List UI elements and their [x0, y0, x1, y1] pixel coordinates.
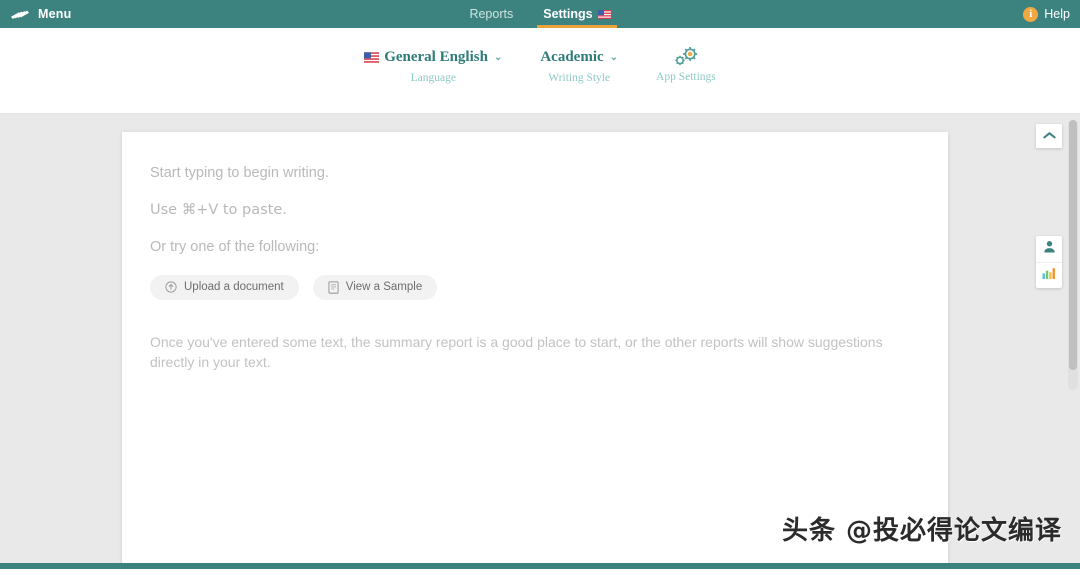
nav-item-settings-label: Settings — [543, 7, 593, 21]
editor-workspace: Start typing to begin writing. Use ⌘+V t… — [0, 114, 1080, 569]
us-flag-icon — [597, 9, 611, 19]
upload-icon — [165, 281, 177, 293]
upload-document-label: Upload a document — [184, 281, 284, 294]
person-icon — [1043, 240, 1056, 259]
summary-hint-text: Once you've entered some text, the summa… — [150, 333, 883, 370]
chevron-up-icon — [1042, 127, 1056, 145]
view-sample-label: View a Sample — [345, 281, 423, 294]
chevron-down-icon: ⌄ — [609, 51, 619, 63]
app-settings-label: App Settings — [656, 71, 716, 83]
view-sample-button[interactable]: View a Sample — [312, 274, 438, 300]
nav-item-settings[interactable]: Settings — [537, 0, 617, 28]
us-flag-icon — [364, 51, 380, 63]
placeholder-line-1: Start typing to begin writing. — [150, 165, 329, 181]
document-editor-card[interactable]: Start typing to begin writing. Use ⌘+V t… — [122, 132, 948, 569]
nav-item-reports[interactable]: Reports — [467, 0, 515, 28]
workspace-scrollbar-track[interactable] — [1068, 120, 1078, 390]
app-settings-button[interactable]: App Settings — [656, 46, 716, 83]
chevron-down-icon: ⌄ — [493, 51, 503, 63]
upload-document-button[interactable]: Upload a document — [150, 274, 299, 300]
placeholder-line-2: Use ⌘+V to paste. — [150, 201, 287, 218]
gears-icon — [671, 45, 701, 69]
summary-report-button[interactable] — [1036, 262, 1062, 288]
language-selector-value: General English — [384, 48, 488, 65]
language-selector-label: Language — [410, 72, 456, 84]
help-button[interactable]: i Help — [1023, 6, 1070, 22]
help-label: Help — [1044, 7, 1070, 21]
document-icon — [328, 280, 339, 294]
language-selector[interactable]: General English ⌄ Language — [364, 46, 502, 84]
document-placeholder-area: Start typing to begin writing. Use ⌘+V t… — [122, 132, 948, 404]
header-nav: Reports Settings — [0, 0, 1080, 28]
bottom-accent-bar — [0, 563, 1080, 569]
language-selector-value-row: General English ⌄ — [364, 46, 502, 68]
placeholder-line-3: Or try one of the following: — [150, 238, 320, 255]
audience-report-button[interactable] — [1036, 236, 1062, 262]
settings-sub-bar: General English ⌄ Language Academic ⌄ Wr… — [0, 28, 1080, 114]
bar-chart-icon — [1042, 266, 1056, 285]
document-action-buttons: Upload a document View a Sample — [150, 274, 920, 300]
top-header-bar: Menu Reports Settings i Help — [0, 0, 1080, 28]
writing-style-selector-label: Writing Style — [548, 72, 611, 84]
report-rail — [1036, 236, 1062, 288]
writing-style-selector-value: Academic — [540, 48, 604, 65]
collapse-panel-button[interactable] — [1036, 124, 1062, 148]
nav-item-reports-label: Reports — [469, 7, 514, 21]
app-settings-icon-row — [671, 46, 701, 68]
writing-style-selector[interactable]: Academic ⌄ Writing Style — [540, 46, 618, 85]
info-icon: i — [1023, 6, 1039, 22]
workspace-scrollbar-thumb[interactable] — [1069, 120, 1077, 370]
writing-style-selector-value-row: Academic ⌄ — [540, 46, 618, 68]
